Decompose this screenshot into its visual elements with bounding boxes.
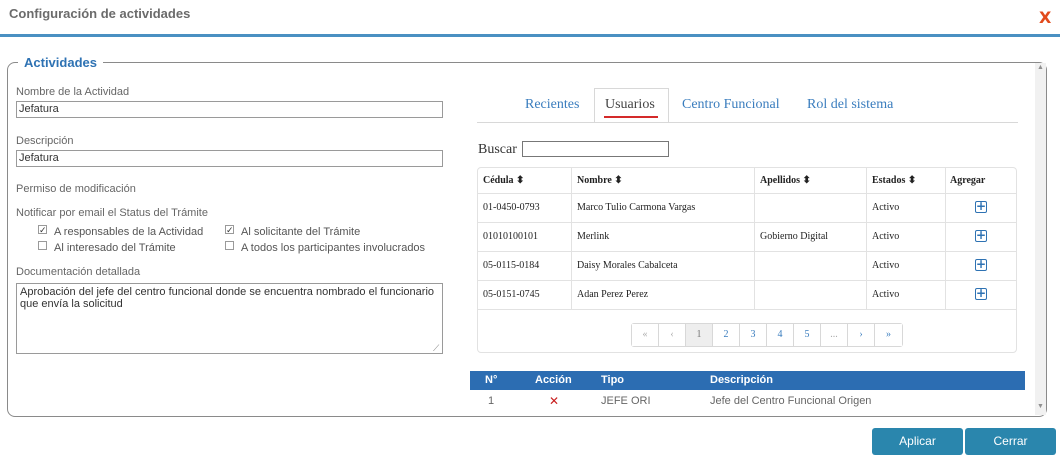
checkbox-solicitante[interactable]: ✓ [225,225,234,235]
row-divider [478,280,1016,281]
cell-nombre: Marco Tulio Carmona Vargas [577,202,696,213]
fieldset-legend: Actividades [18,55,103,70]
checkbox-solicitante-label: Al solicitante del Trámite [241,226,361,238]
page-1[interactable]: 1 [686,324,713,346]
cell-nombre: Merlink [577,231,610,242]
col-divider [754,168,755,310]
col-divider [866,168,867,310]
documentation-label: Documentación detallada [16,266,141,278]
description-label: Descripción [16,135,74,147]
documentation-textarea[interactable]: Aprobación del jefe del centro funcional… [16,283,443,354]
row-divider [478,251,1016,252]
activity-name-input[interactable]: Jefatura [16,101,443,118]
row-divider [478,309,1016,310]
column-header-accion: Acción [535,374,572,386]
column-header-apellidos[interactable]: Apellidos ⬍ [760,175,811,186]
page-prev[interactable]: ‹ [659,324,686,346]
header-divider [0,34,1060,37]
plus-square-icon[interactable]: + [975,287,987,300]
tab-recientes[interactable]: Recientes [525,97,579,113]
cell-cedula: 05-0151-0745 [483,289,540,300]
cell-estado: Activo [872,231,900,242]
notify-label: Notificar por email el Status del Trámit… [16,207,208,219]
column-header-tipo: Tipo [601,374,625,386]
cell-cedula: 01-0450-0793 [483,202,540,213]
checkbox-responsables-label: A responsables de la Actividad [54,226,204,238]
delete-x-icon[interactable]: ✕ [549,394,559,408]
page-5[interactable]: 5 [794,324,821,346]
plus-square-icon[interactable]: + [975,229,987,242]
close-button[interactable]: Cerrar [965,428,1056,455]
cell-tipo: JEFE ORI [601,395,651,407]
cell-estado: Activo [872,260,900,271]
cell-estado: Activo [872,289,900,300]
page-next[interactable]: › [848,324,875,346]
column-header-agregar: Agregar [950,175,986,186]
page-2[interactable]: 2 [713,324,740,346]
col-divider [571,168,572,310]
cell-descripcion: Jefe del Centro Funcional Origen [710,395,872,407]
scroll-up-icon[interactable]: ▲ [1037,64,1044,71]
cell-nombre: Daisy Morales Cabalceta [577,260,678,271]
column-header-descripcion: Descripción [710,374,773,386]
page-last[interactable]: » [875,324,902,346]
row-divider [478,222,1016,223]
scroll-down-icon[interactable]: ▼ [1037,403,1044,410]
column-header-nombre[interactable]: Nombre ⬍ [577,175,623,186]
tabs-divider [477,122,1018,123]
activity-name-label: Nombre de la Actividad [16,86,130,98]
tab-usuarios[interactable]: Usuarios [605,97,655,113]
resize-handle-icon[interactable]: ⟋ [433,343,439,354]
pagination: « ‹ 1 2 3 4 5 ... › » [631,323,903,347]
page-3[interactable]: 3 [740,324,767,346]
active-tab-underline [604,116,658,118]
search-input[interactable] [522,141,669,157]
search-label: Buscar [478,142,517,157]
apply-button[interactable]: Aplicar [872,428,963,455]
col-divider [945,168,946,310]
tab-rol-del-sistema[interactable]: Rol del sistema [807,97,893,113]
checkbox-todos-label: A todos los participantes involucrados [241,242,426,254]
checkbox-responsables[interactable]: ✓ [38,225,47,235]
cell-estado: Activo [872,202,900,213]
row-divider [478,193,1016,194]
tab-centro-funcional[interactable]: Centro Funcional [682,97,780,113]
cell-numero: 1 [488,395,495,407]
column-header-estados[interactable]: Estados ⬍ [872,175,916,186]
column-header-numero: N° [485,374,498,386]
cell-cedula: 01010100101 [483,231,538,242]
close-icon[interactable]: X [1039,8,1051,27]
cell-apellidos: Gobierno Digital [760,231,829,242]
vertical-scrollbar[interactable] [1035,63,1046,415]
plus-square-icon[interactable]: + [975,200,987,213]
checkbox-todos[interactable] [225,241,234,250]
cell-nombre: Adan Perez Perez [577,289,649,300]
page-first[interactable]: « [632,324,659,346]
dialog-title: Configuración de actividades [9,6,191,21]
column-header-cedula[interactable]: Cédula ⬍ [483,175,524,186]
page-4[interactable]: 4 [767,324,794,346]
description-input[interactable]: Jefatura [16,150,443,167]
permission-label: Permiso de modificación [16,183,136,195]
checkbox-interesado-label: Al interesado del Trámite [54,242,176,254]
cell-cedula: 05-0115-0184 [483,260,540,271]
plus-square-icon[interactable]: + [975,258,987,271]
checkbox-interesado[interactable] [38,241,47,250]
page-ellipsis: ... [821,324,848,346]
